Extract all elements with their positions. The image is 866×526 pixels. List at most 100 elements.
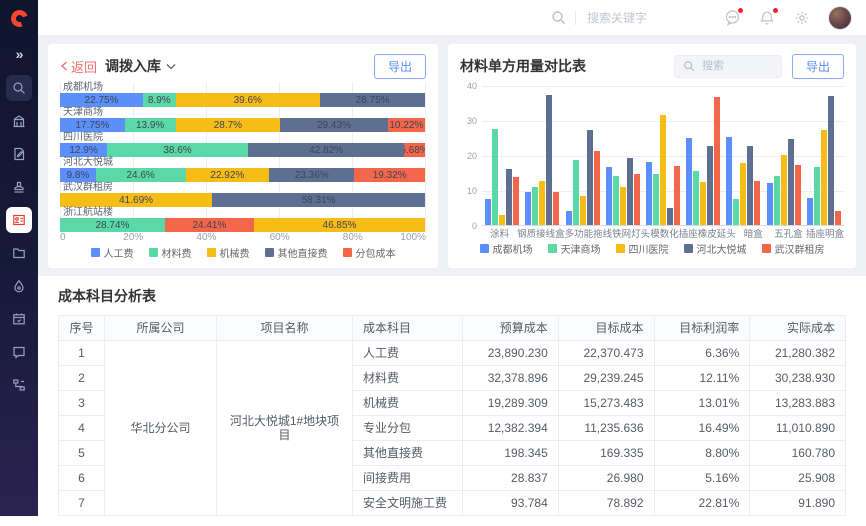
bar[interactable] bbox=[620, 187, 626, 226]
bar-segment[interactable]: 28.7% bbox=[176, 118, 281, 132]
bar[interactable] bbox=[714, 97, 720, 225]
bar-segment[interactable]: 17.75% bbox=[60, 118, 125, 132]
legend-item[interactable]: 天津商场 bbox=[548, 241, 601, 256]
bar[interactable] bbox=[546, 95, 552, 225]
export-button[interactable]: 导出 bbox=[792, 54, 844, 79]
bar-segment[interactable]: 22.75% bbox=[60, 93, 143, 107]
bar[interactable] bbox=[707, 146, 713, 225]
legend-item[interactable]: 机械费 bbox=[207, 245, 250, 260]
bar-segment[interactable]: 5.68% bbox=[404, 143, 425, 157]
legend-item[interactable]: 河北大悦城 bbox=[684, 241, 747, 256]
bar[interactable] bbox=[532, 187, 538, 226]
legend-item[interactable]: 人工费 bbox=[91, 245, 134, 260]
legend-item[interactable]: 成都机场 bbox=[480, 241, 533, 256]
bar[interactable] bbox=[726, 137, 732, 225]
bar-segment[interactable]: 22.92% bbox=[186, 168, 270, 182]
stamp-icon[interactable] bbox=[6, 174, 32, 200]
bar[interactable] bbox=[667, 208, 673, 225]
bar-segment[interactable]: 24.6% bbox=[96, 168, 186, 182]
bar-segment[interactable]: 10.22% bbox=[388, 118, 425, 132]
expand-sidebar-icon[interactable]: » bbox=[16, 46, 23, 62]
bar[interactable] bbox=[821, 130, 827, 225]
bar[interactable] bbox=[693, 171, 699, 225]
message-icon[interactable] bbox=[723, 9, 741, 27]
legend-item[interactable]: 其他直接费 bbox=[265, 245, 328, 260]
bar-segment[interactable]: 19.32% bbox=[354, 168, 425, 182]
bell-icon[interactable] bbox=[758, 9, 776, 27]
global-search-input[interactable] bbox=[585, 10, 675, 26]
bar[interactable] bbox=[573, 160, 579, 225]
droplet-icon[interactable] bbox=[6, 273, 32, 299]
bar[interactable] bbox=[634, 174, 640, 225]
bar-segment[interactable]: 23.36% bbox=[269, 168, 354, 182]
bar[interactable] bbox=[767, 183, 773, 225]
chevron-down-icon[interactable] bbox=[166, 63, 176, 70]
gear-icon[interactable] bbox=[793, 9, 811, 27]
legend-item[interactable]: 材料费 bbox=[149, 245, 192, 260]
back-link[interactable]: 返回 bbox=[60, 57, 97, 76]
chart-search-input[interactable] bbox=[700, 59, 770, 73]
bar-segment[interactable]: 13.9% bbox=[125, 118, 176, 132]
bar[interactable] bbox=[506, 169, 512, 225]
bar[interactable] bbox=[499, 215, 505, 226]
bar[interactable] bbox=[485, 199, 491, 225]
bar[interactable] bbox=[686, 138, 692, 226]
folder-icon[interactable] bbox=[6, 240, 32, 266]
document-edit-icon[interactable] bbox=[6, 141, 32, 167]
legend-item[interactable]: 四川医院 bbox=[616, 241, 669, 256]
export-button[interactable]: 导出 bbox=[374, 54, 426, 79]
bar[interactable] bbox=[587, 130, 593, 225]
calendar-icon[interactable] bbox=[6, 306, 32, 332]
bar[interactable] bbox=[828, 96, 834, 226]
bar-segment[interactable]: 8.9% bbox=[143, 93, 175, 107]
bar-segment[interactable]: 28.74% bbox=[60, 218, 165, 232]
bar[interactable] bbox=[835, 211, 841, 225]
bar[interactable] bbox=[566, 211, 572, 225]
bar[interactable] bbox=[747, 146, 753, 225]
bar[interactable] bbox=[646, 162, 652, 225]
bar-segment[interactable]: 28.75% bbox=[320, 93, 425, 107]
bar-segment[interactable]: 9.8% bbox=[60, 168, 96, 182]
building-icon[interactable] bbox=[6, 108, 32, 134]
search-icon[interactable] bbox=[551, 10, 566, 25]
bar[interactable] bbox=[733, 199, 739, 225]
bar-segment[interactable]: 46.85% bbox=[254, 218, 425, 232]
chat-square-icon[interactable] bbox=[6, 339, 32, 365]
bar[interactable] bbox=[580, 196, 586, 225]
badge-icon-active[interactable] bbox=[6, 207, 32, 233]
legend-item[interactable]: 武汉群租房 bbox=[762, 241, 825, 256]
sidebar-search-icon[interactable] bbox=[6, 75, 32, 101]
bar[interactable] bbox=[539, 181, 545, 225]
bar[interactable] bbox=[807, 198, 813, 225]
bar-segment[interactable]: 29.43% bbox=[280, 118, 387, 132]
avatar[interactable] bbox=[828, 6, 852, 30]
bar[interactable] bbox=[613, 176, 619, 225]
bar[interactable] bbox=[788, 139, 794, 225]
bar[interactable] bbox=[674, 166, 680, 226]
bar[interactable] bbox=[525, 192, 531, 225]
bar[interactable] bbox=[492, 129, 498, 225]
bar[interactable] bbox=[781, 155, 787, 225]
workflow-icon[interactable] bbox=[6, 372, 32, 398]
bar[interactable] bbox=[700, 182, 706, 225]
legend-item[interactable]: 分包成本 bbox=[343, 245, 396, 260]
bar-segment[interactable]: 38.6% bbox=[107, 143, 248, 157]
bar-segment[interactable]: 24.41% bbox=[165, 218, 254, 232]
bar-segment[interactable]: 58.31% bbox=[212, 193, 425, 207]
bar[interactable] bbox=[754, 181, 760, 225]
bar[interactable] bbox=[795, 165, 801, 225]
bar[interactable] bbox=[606, 167, 612, 225]
bar[interactable] bbox=[627, 158, 633, 225]
bar-segment[interactable]: 12.9% bbox=[60, 143, 107, 157]
bar[interactable] bbox=[660, 115, 666, 225]
bar[interactable] bbox=[774, 176, 780, 225]
bar[interactable] bbox=[814, 167, 820, 225]
bar[interactable] bbox=[594, 151, 600, 225]
bar-segment[interactable]: 42.82% bbox=[248, 143, 404, 157]
bar[interactable] bbox=[513, 177, 519, 225]
bar-segment[interactable]: 41.69% bbox=[60, 193, 212, 207]
bar-segment[interactable]: 39.6% bbox=[176, 93, 321, 107]
bar[interactable] bbox=[740, 163, 746, 225]
bar[interactable] bbox=[653, 174, 659, 225]
bar[interactable] bbox=[553, 192, 559, 225]
